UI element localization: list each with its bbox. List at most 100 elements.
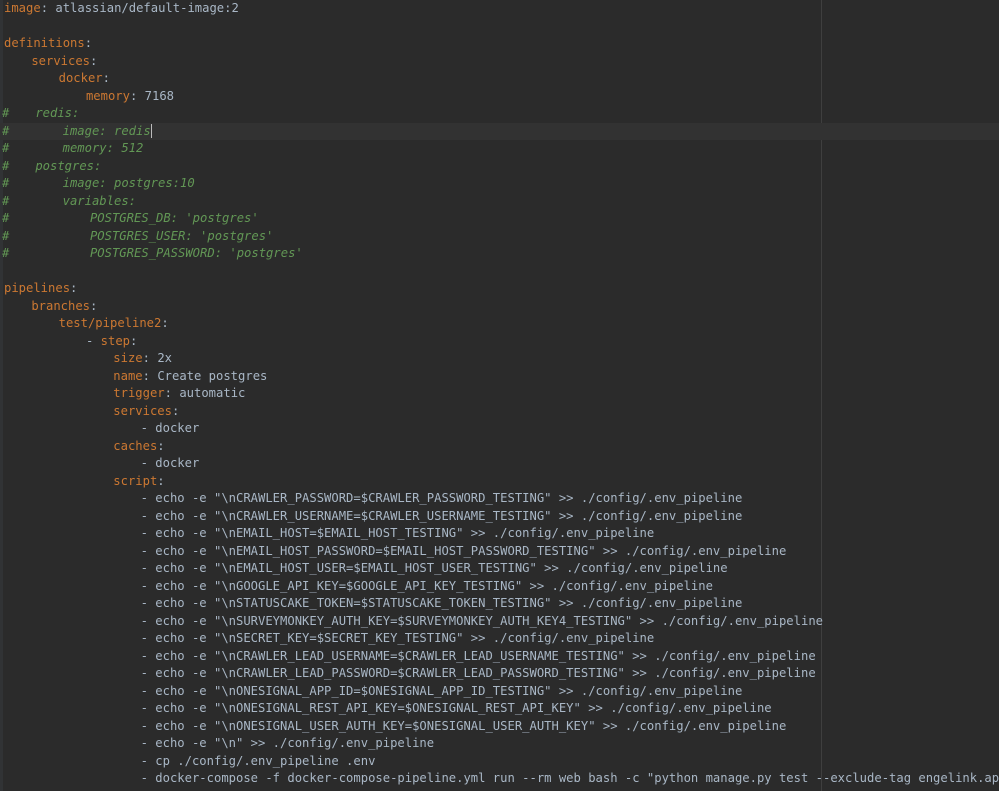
code-content: - docker	[141, 455, 200, 473]
code-line[interactable]: # POSTGRES_USER: 'postgres'	[0, 228, 999, 246]
code-line[interactable]: - echo -e "\nCRAWLER_LEAD_PASSWORD=$CRAW…	[0, 665, 999, 683]
yaml-key: services	[31, 53, 91, 68]
code-line[interactable]: definitions:	[0, 35, 999, 53]
code-line[interactable]: # redis:	[0, 105, 999, 123]
yaml-separator: :	[171, 403, 180, 418]
list-dash: -	[140, 666, 156, 680]
code-line[interactable]: - echo -e "\nONESIGNAL_USER_AUTH_KEY=$ON…	[0, 718, 999, 736]
yaml-value: echo -e "\nCRAWLER_USERNAME=$CRAWLER_USE…	[155, 508, 743, 523]
yaml-key: trigger	[113, 386, 165, 400]
text-caret	[150, 124, 152, 138]
code-content: size: 2x	[113, 350, 172, 368]
code-line[interactable]: # variables:	[0, 193, 999, 211]
comment-text: memory: 512	[62, 141, 144, 155]
list-dash: -	[140, 543, 156, 558]
code-line[interactable]: - echo -e "\nONESIGNAL_APP_ID=$ONESIGNAL…	[0, 683, 999, 701]
code-content: image: atlassian/default-image:2	[4, 0, 239, 18]
code-content: - echo -e "\nCRAWLER_PASSWORD=$CRAWLER_P…	[141, 490, 743, 508]
code-line[interactable]: - docker	[0, 420, 999, 438]
code-line[interactable]: # memory: 512	[0, 140, 999, 158]
comment-marker: #	[2, 106, 10, 120]
yaml-separator: :	[70, 281, 78, 295]
yaml-value: echo -e "\nSURVEYMONKEY_AUTH_KEY=$SURVEY…	[155, 613, 823, 628]
yaml-value: echo -e "\nONESIGNAL_REST_API_KEY=$ONESI…	[155, 701, 772, 715]
yaml-value: 7168	[144, 88, 175, 103]
code-line[interactable]: - echo -e "\n" >> ./config/.env_pipeline	[0, 735, 999, 753]
code-line[interactable]: script:	[0, 473, 999, 491]
code-content: - echo -e "\nCRAWLER_LEAD_PASSWORD=$CRAW…	[141, 665, 816, 683]
code-line[interactable]: - echo -e "\nCRAWLER_USERNAME=$CRAWLER_U…	[0, 508, 999, 526]
comment-marker: #	[2, 141, 10, 155]
code-line[interactable]: - docker-compose -f docker-compose-pipel…	[0, 770, 999, 788]
code-content: - cp ./config/.env_pipeline .env	[141, 753, 376, 771]
code-line[interactable]: - echo -e "\nONESIGNAL_REST_API_KEY=$ONE…	[0, 700, 999, 718]
comment-text: variables:	[62, 193, 136, 208]
code-line[interactable]: # image: redis	[0, 122, 999, 140]
yaml-key: definitions	[4, 36, 85, 50]
code-line[interactable]: - echo -e "\nSURVEYMONKEY_AUTH_KEY=$SURV…	[0, 613, 999, 631]
code-line[interactable]: - step:	[0, 333, 999, 351]
code-line[interactable]: size: 2x	[0, 350, 999, 368]
code-content: - echo -e "\nONESIGNAL_REST_API_KEY=$ONE…	[141, 700, 772, 718]
code-content: - echo -e "\nSECRET_KEY=$SECRET_KEY_TEST…	[141, 630, 655, 648]
code-line[interactable]	[0, 263, 999, 281]
code-line[interactable]: - echo -e "\nCRAWLER_LEAD_USERNAME=$CRAW…	[0, 648, 999, 666]
yaml-value: echo -e "\nSTATUSCAKE_TOKEN=$STATUSCAKE_…	[155, 596, 743, 610]
code-line[interactable]: services:	[0, 403, 999, 421]
code-line[interactable]: memory: 7168	[0, 88, 999, 106]
code-line[interactable]: test/pipeline2:	[0, 315, 999, 333]
yaml-value: echo -e "\nCRAWLER_LEAD_USERNAME=$CRAWLE…	[155, 648, 816, 663]
code-line[interactable]: services:	[0, 53, 999, 71]
list-dash: -	[140, 631, 156, 645]
yaml-value: echo -e "\n" >> ./config/.env_pipeline	[155, 736, 435, 750]
code-line[interactable]: image: atlassian/default-image:2	[0, 0, 999, 18]
yaml-separator: :	[130, 333, 138, 348]
code-line[interactable]: - echo -e "\nSTATUSCAKE_TOKEN=$STATUSCAK…	[0, 595, 999, 613]
code-line[interactable]: - echo -e "\nEMAIL_HOST_PASSWORD=$EMAIL_…	[0, 543, 999, 561]
code-line[interactable]: # POSTGRES_DB: 'postgres'	[0, 210, 999, 228]
yaml-separator: :	[157, 473, 165, 488]
code-line[interactable]: - docker	[0, 455, 999, 473]
yaml-value: echo -e "\nCRAWLER_PASSWORD=$CRAWLER_PAS…	[155, 491, 743, 505]
code-editor[interactable]: image: atlassian/default-image:2 definiti…	[0, 0, 999, 791]
list-dash: -	[140, 491, 156, 505]
yaml-value: echo -e "\nONESIGNAL_APP_ID=$ONESIGNAL_A…	[155, 683, 743, 698]
yaml-separator: :	[102, 71, 110, 85]
yaml-separator: :	[129, 88, 145, 103]
list-dash: -	[140, 613, 156, 628]
yaml-key: script	[113, 473, 158, 488]
code-line[interactable]: - echo -e "\nCRAWLER_PASSWORD=$CRAWLER_P…	[0, 490, 999, 508]
yaml-separator: :	[142, 368, 158, 383]
comment-text: image: postgres:10	[62, 176, 195, 190]
code-line[interactable]: pipelines:	[0, 280, 999, 298]
code-line[interactable]: trigger: automatic	[0, 385, 999, 403]
code-line[interactable]: name: Create postgres	[0, 368, 999, 386]
code-line[interactable]: caches:	[0, 438, 999, 456]
code-line[interactable]: # image: postgres:10	[0, 175, 999, 193]
code-content: name: Create postgres	[113, 368, 267, 386]
code-line[interactable]: - echo -e "\nGOOGLE_API_KEY=$GOOGLE_API_…	[0, 578, 999, 596]
code-line[interactable]: - echo -e "\nEMAIL_HOST=$EMAIL_HOST_TEST…	[0, 525, 999, 543]
code-line[interactable]: docker:	[0, 70, 999, 88]
code-line[interactable]: # postgres:	[0, 158, 999, 176]
code-line[interactable]: # POSTGRES_PASSWORD: 'postgres'	[0, 245, 999, 263]
comment-marker: #	[2, 123, 10, 138]
yaml-value: echo -e "\nCRAWLER_LEAD_PASSWORD=$CRAWLE…	[155, 666, 816, 680]
code-content: - docker-compose -f docker-compose-pipel…	[141, 770, 999, 788]
yaml-separator: :	[40, 1, 56, 15]
yaml-separator: :	[142, 351, 158, 365]
code-content: services:	[113, 403, 179, 421]
yaml-separator: :	[84, 36, 93, 50]
list-dash: -	[140, 648, 156, 663]
code-line[interactable]: - echo -e "\nSECRET_KEY=$SECRET_KEY_TEST…	[0, 630, 999, 648]
list-dash: -	[140, 561, 156, 575]
code-line[interactable]: branches:	[0, 298, 999, 316]
yaml-key: size	[113, 351, 143, 365]
code-line[interactable]: - echo -e "\nEMAIL_HOST_USER=$EMAIL_HOST…	[0, 560, 999, 578]
code-line[interactable]: - cp ./config/.env_pipeline .env	[0, 753, 999, 771]
yaml-value: docker	[155, 456, 200, 470]
yaml-key: services	[113, 403, 172, 418]
code-content: - echo -e "\nSURVEYMONKEY_AUTH_KEY=$SURV…	[141, 613, 823, 631]
yaml-value: echo -e "\nSECRET_KEY=$SECRET_KEY_TESTIN…	[155, 631, 655, 645]
code-line[interactable]	[0, 18, 999, 36]
